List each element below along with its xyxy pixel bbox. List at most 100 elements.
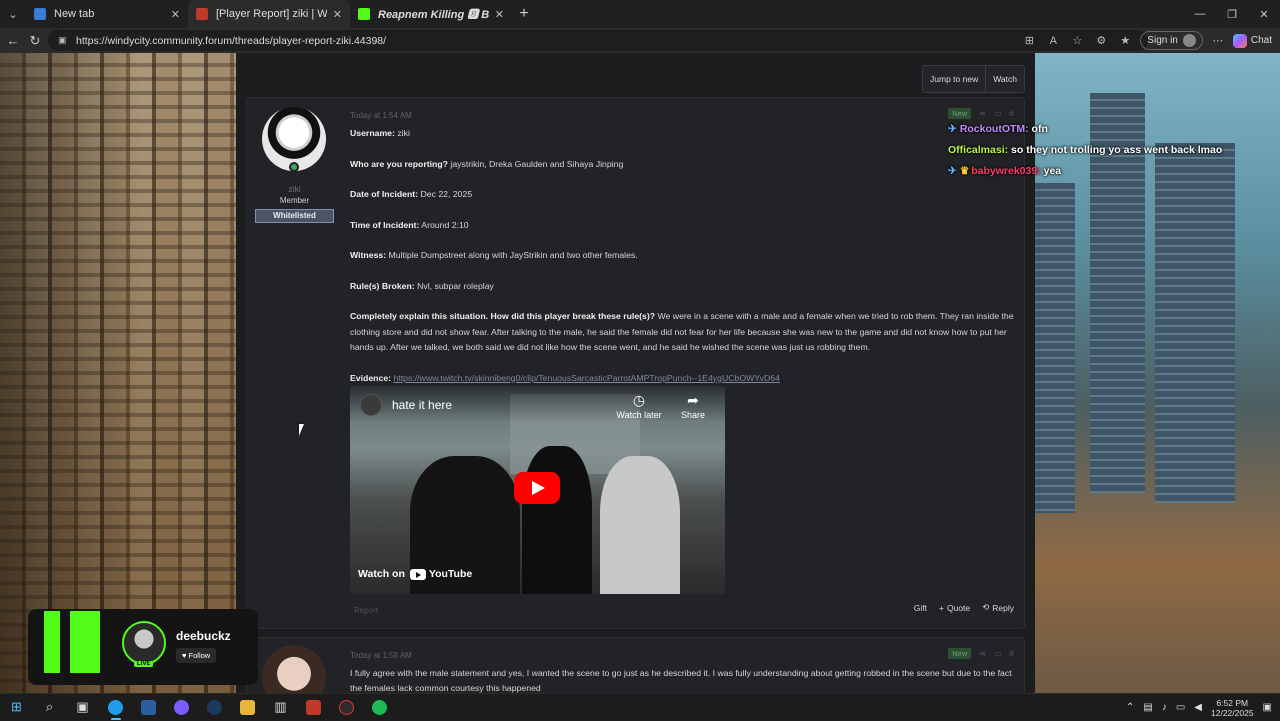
tab-label: [Player Report] ziki | Windy City Ro [216,8,327,20]
clock-time: 6:52 PM [1216,697,1249,708]
clock-date: 12/22/2025 [1211,707,1254,718]
forum-favicon-icon [196,8,208,20]
volume-icon[interactable]: ◀ [1194,702,1202,713]
app-icon[interactable] [297,694,330,721]
video-figure [522,446,592,594]
gift-button[interactable]: Gift [914,602,927,613]
start-icon[interactable]: ⊞ [0,694,33,721]
tab-kick-stream[interactable]: Reapnem Killing 🅱 Bam🔴 (🅐🅘 ✕ [350,0,512,28]
microphone-icon[interactable]: ♪ [1162,702,1167,713]
report-field: Completely explain this situation. How d… [350,311,1014,352]
post-username[interactable]: ziki [247,184,342,194]
search-icon[interactable]: ⌕ [33,694,66,721]
share-icon[interactable]: ⋖ [979,109,986,118]
play-button[interactable] [514,472,560,504]
post-timestamp[interactable]: Today at 1:58 AM [350,651,412,660]
more-options-icon[interactable]: ⋯ [1209,34,1227,47]
edge-browser-icon[interactable] [99,694,132,721]
bookmark-icon[interactable]: ▭ [994,649,1002,658]
clock[interactable]: 6:52 PM 12/22/2025 [1211,698,1254,718]
tray-app-icon[interactable]: ▤ [1143,702,1152,713]
new-tab-button[interactable]: + [512,5,536,23]
mouse-cursor-icon [299,424,304,436]
copilot-icon [1232,33,1247,48]
report-field: Witness: Multiple Dumpstreet along with … [350,250,638,260]
window-controls: — ❐ ✕ [1184,0,1280,28]
kick-streamer-widget: LIVE deebuckz ♥ Follow [28,609,258,685]
close-icon[interactable]: ✕ [333,8,342,21]
address-bar-row: ← ↻ ▣ https://windycity.community.forum/… [0,28,1280,53]
url-field[interactable]: ▣ https://windycity.community.forum/thre… [48,30,1148,51]
share-button[interactable]: ➦ Share [668,392,718,420]
new-badge: New [948,108,972,119]
restore-icon[interactable]: ❐ [1216,0,1248,28]
reply-button[interactable]: ⟲ Reply [982,602,1014,613]
watch-button[interactable]: Watch [985,66,1024,92]
report-field: Username: ziki [350,128,410,138]
chat-message: Officalmasi: so they not trolling yo ass… [948,144,1223,156]
close-icon[interactable]: ✕ [171,8,180,21]
watch-on-youtube-button[interactable]: Watch on YouTube [358,568,472,580]
post-number-icon[interactable]: # [1010,649,1014,658]
jump-to-new-button[interactable]: Jump to new [923,66,986,92]
app-available-icon[interactable]: ⊞ [1020,34,1038,47]
task-view-icon[interactable]: ▣ [66,694,99,721]
post-number-icon[interactable]: # [1010,109,1014,118]
photoshop-icon[interactable] [132,694,165,721]
skyscraper-shape [1155,143,1235,503]
spotify-icon[interactable] [363,694,396,721]
site-info-icon[interactable]: ▣ [58,35,68,46]
toolbar-right: ⊞ A ☆ ⚙ ★ Sign in ⋯ Chat [1020,30,1272,51]
follow-button[interactable]: ♥ Follow [176,648,217,663]
post-actions: Gift + Quote ⟲ Reply [914,602,1014,613]
copilot-chat-button[interactable]: Chat [1232,33,1272,48]
thread-actions: Jump to new Watch [922,65,1025,93]
user-banner: Whitelisted [255,209,334,223]
youtube-embed[interactable]: hate it here ◷ Watch later ➦ Share Watch… [350,386,725,594]
back-icon[interactable]: ← [2,33,24,48]
notifications-icon[interactable]: ▣ [1263,702,1272,713]
quote-button[interactable]: + Quote [939,602,970,613]
streamer-avatar [122,621,166,665]
extensions-icon[interactable]: ⚙ [1092,34,1110,47]
favorite-star-icon[interactable]: ☆ [1068,34,1086,47]
crown-icon: ♛ [959,165,970,177]
watch-later-button[interactable]: ◷ Watch later [614,392,664,420]
tab-bar: ⌄ New tab ✕ [Player Report] ziki | Windy… [0,0,1280,28]
post-header-icons: New ⋖ ▭ # [948,648,1014,659]
channel-avatar-icon[interactable] [360,394,382,416]
post-timestamp[interactable]: Today at 1:54 AM [350,111,412,120]
plus-icon: + [939,602,944,613]
chat-label: Chat [1250,35,1272,46]
tray-overflow-icon[interactable]: ⌃ [1126,702,1134,713]
read-aloud-icon[interactable]: A [1044,35,1062,47]
sign-in-label: Sign in [1147,35,1178,46]
tab-label: New tab [54,8,95,20]
pin-icon: ✈ [948,123,957,135]
stream-chat-overlay: ✈ RockoutOTM: ofn Officalmasi: so they no… [948,119,1222,182]
file-explorer-icon[interactable] [231,694,264,721]
report-link[interactable]: Report [354,606,378,615]
analytics-icon[interactable]: ▥ [264,694,297,721]
video-title[interactable]: hate it here [392,398,452,412]
close-window-icon[interactable]: ✕ [1248,0,1280,28]
post-body: I fully agree with the male statement an… [350,668,1012,693]
minimize-icon[interactable]: — [1184,0,1216,28]
favorites-icon[interactable]: ★ [1116,34,1134,47]
bookmark-icon[interactable]: ▭ [994,109,1002,118]
avatar[interactable] [262,645,326,693]
close-icon[interactable]: ✕ [495,8,504,21]
obs-icon[interactable] [330,694,363,721]
sign-in-button[interactable]: Sign in [1140,31,1203,50]
evidence-link[interactable]: https://www.twitch.tv/skinnibeng0/clip/T… [393,373,779,383]
tab-actions-menu[interactable]: ⌄ [0,0,26,28]
tab-new-tab[interactable]: New tab ✕ [26,0,188,28]
steam-icon[interactable] [198,694,231,721]
page-viewport: Jump to new Watch ziki Member Whiteliste… [0,53,1280,693]
tab-player-report[interactable]: [Player Report] ziki | Windy City Ro ✕ [188,0,350,28]
report-field: Rule(s) Broken: Nvl, subpar roleplay [350,280,494,291]
refresh-icon[interactable]: ↻ [24,33,46,49]
share-icon[interactable]: ⋖ [979,649,986,658]
network-icon[interactable]: ▭ [1176,702,1185,713]
discord-icon[interactable] [165,694,198,721]
